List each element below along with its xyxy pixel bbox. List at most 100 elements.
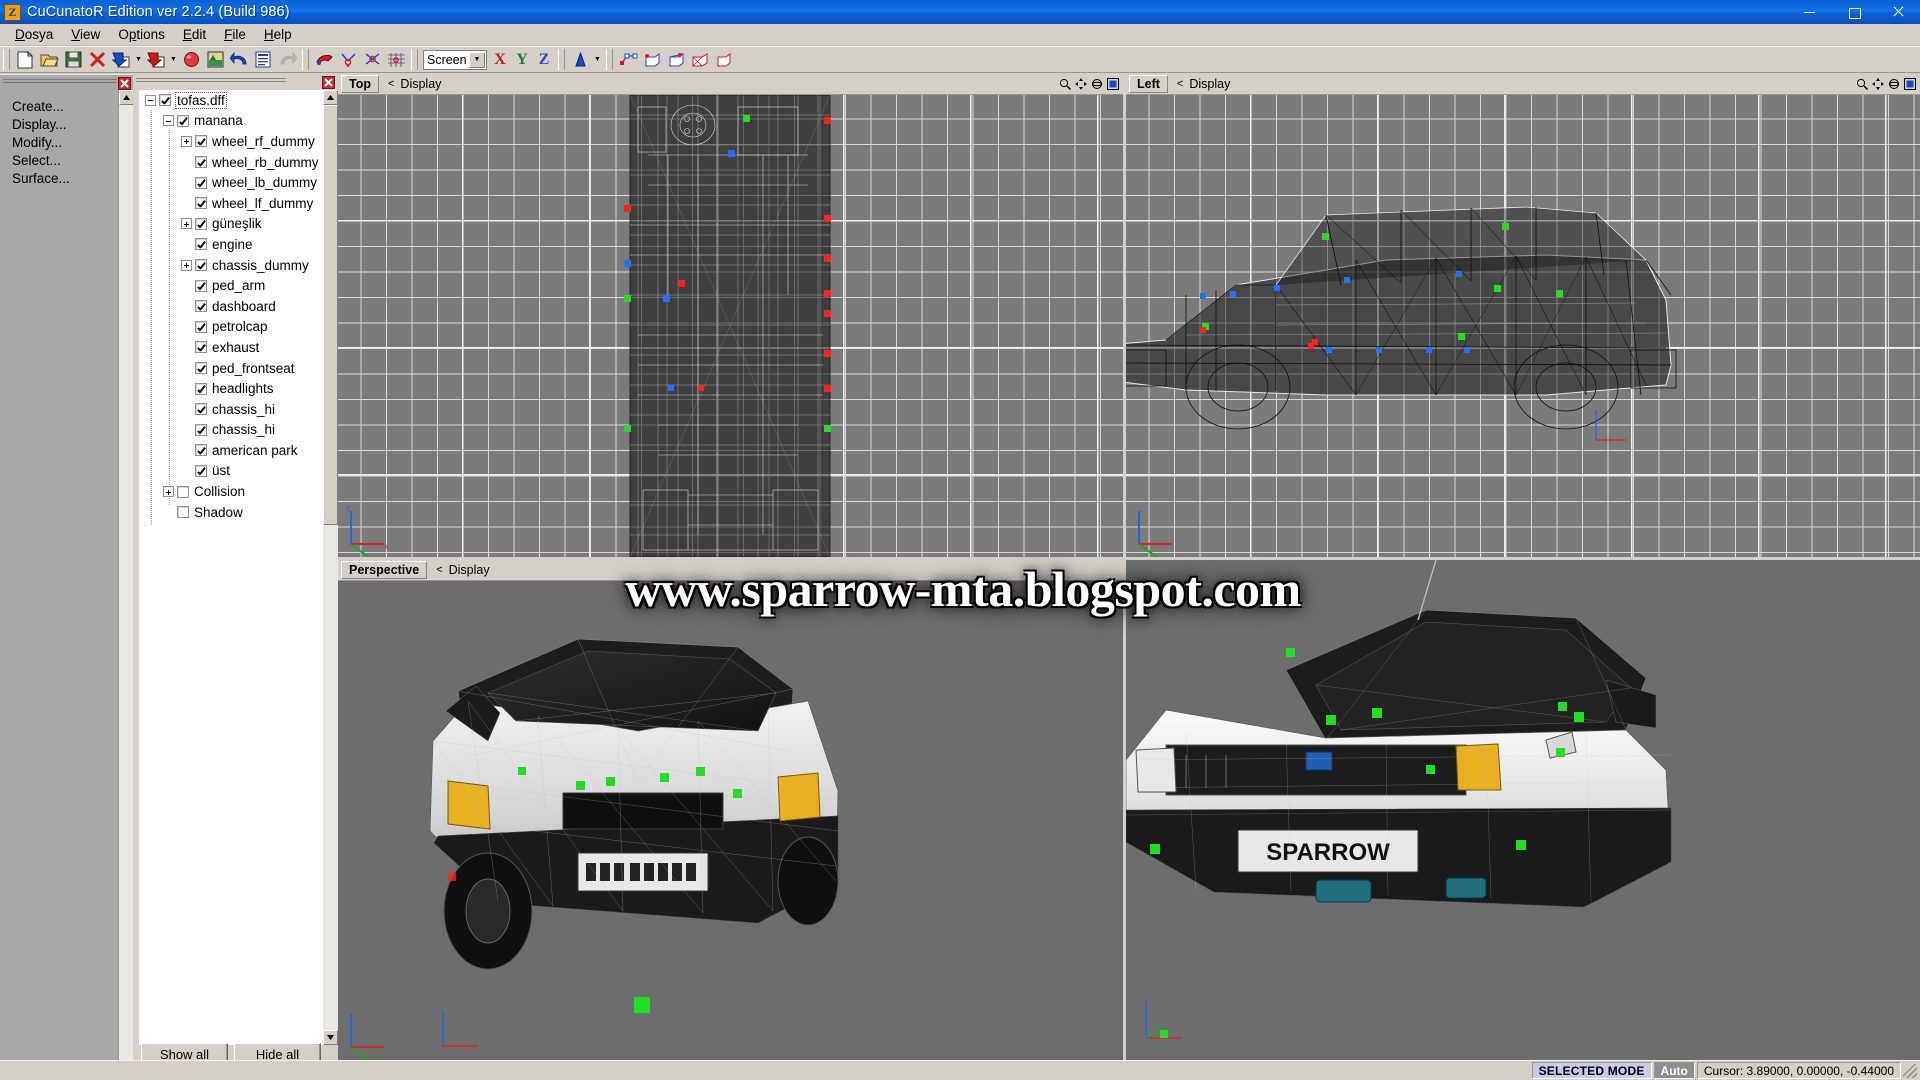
align-button[interactable] <box>640 48 664 71</box>
viewport-left[interactable]: Left < Display <box>1126 74 1920 557</box>
tree-node[interactable]: wheel_rb_dummy <box>139 152 332 173</box>
tree-node[interactable]: Collision <box>139 481 332 502</box>
tree-node-checkbox[interactable] <box>195 300 207 313</box>
tree-node-checkbox[interactable] <box>195 197 207 210</box>
export-dropdown-button[interactable]: ▼ <box>168 48 179 71</box>
new-file-button[interactable] <box>13 48 37 71</box>
resize-grip-icon[interactable] <box>1903 1063 1917 1078</box>
tree-node-checkbox[interactable] <box>195 464 207 477</box>
menu-item-file[interactable]: File <box>215 25 255 44</box>
tree-node-checkbox[interactable] <box>195 259 207 272</box>
tree-node-checkbox[interactable] <box>159 94 171 107</box>
viewport-left-name[interactable]: Left <box>1129 75 1168 93</box>
zoom-icon[interactable] <box>1057 77 1072 92</box>
tree-node[interactable]: headlights <box>139 378 332 399</box>
tree-node-checkbox[interactable] <box>177 506 189 519</box>
tree-node[interactable]: dashboard <box>139 296 332 317</box>
maximize-viewport-icon[interactable] <box>1902 77 1917 92</box>
tree-node-checkbox[interactable] <box>195 176 207 189</box>
tree-node[interactable]: üst <box>139 461 332 482</box>
collapse-icon[interactable] <box>163 115 174 127</box>
pivot-center-button[interactable] <box>568 48 592 71</box>
viewport-perspective-body[interactable] <box>338 581 1123 1060</box>
coordinate-system-select[interactable]: Screen ▼ <box>423 49 487 70</box>
status-auto-toggle[interactable]: Auto <box>1653 1062 1695 1079</box>
expand-icon[interactable] <box>163 486 174 498</box>
axis-x-button[interactable]: X <box>489 49 511 71</box>
tree-scrollbar[interactable] <box>323 90 338 1045</box>
tree-node-checkbox[interactable] <box>195 279 207 292</box>
viewport-top-display-label[interactable]: Display <box>400 77 441 91</box>
chevron-down-icon[interactable]: ▼ <box>469 51 485 68</box>
tree-node-checkbox[interactable] <box>195 320 207 333</box>
command-item-display[interactable]: Display... <box>12 116 133 134</box>
viewport-left-display-label[interactable]: Display <box>1189 77 1230 91</box>
import-dropdown-button[interactable]: ▼ <box>133 48 144 71</box>
tree-node-checkbox[interactable] <box>195 135 207 148</box>
tree-node[interactable]: tofas.dff <box>139 90 332 111</box>
pan-icon[interactable] <box>1073 77 1088 92</box>
tree-node-checkbox[interactable] <box>177 114 189 127</box>
maximize-button[interactable] <box>1832 0 1876 24</box>
expand-icon[interactable] <box>181 259 192 271</box>
tree-node-checkbox[interactable] <box>195 217 207 230</box>
orbit-icon[interactable] <box>1089 77 1104 92</box>
toolbar-grip[interactable] <box>3 49 10 70</box>
viewport-top[interactable]: Top < Display y x <box>338 74 1123 557</box>
viewport-top-body[interactable]: y x <box>338 95 1123 557</box>
menu-item-help[interactable]: Help <box>255 25 301 44</box>
tree-scroll-up-button[interactable] <box>323 90 338 105</box>
render-button[interactable] <box>179 48 203 71</box>
toolbar-grip-3[interactable] <box>411 49 418 70</box>
viewport-perspective-display-label[interactable]: Display <box>449 563 490 577</box>
tree-node[interactable]: petrolcap <box>139 317 332 338</box>
mirror-button[interactable] <box>664 48 688 71</box>
command-panel-titlebar[interactable] <box>0 74 133 90</box>
snap-toggle-button[interactable] <box>712 48 736 71</box>
viewport-left-body[interactable] <box>1126 95 1920 557</box>
tree-node-checkbox[interactable] <box>195 238 207 251</box>
tree-node-checkbox[interactable] <box>195 382 207 395</box>
scroll-up-button[interactable] <box>119 90 134 105</box>
collapse-icon[interactable] <box>145 94 156 106</box>
scene-tree[interactable]: tofas.dff manana wheel_rf_dummy wheel_rb_du… <box>139 90 332 1045</box>
tree-node[interactable]: ped_frontseat <box>139 358 332 379</box>
import-button[interactable] <box>109 48 133 71</box>
tree-node-checkbox[interactable] <box>195 444 207 457</box>
orbit-icon[interactable] <box>1886 77 1901 92</box>
toolbar-grip-5[interactable] <box>606 49 613 70</box>
delete-button[interactable] <box>85 48 109 71</box>
material-editor-button[interactable] <box>203 48 227 71</box>
command-panel-scroll-track[interactable] <box>119 105 134 1064</box>
axis-z-button[interactable]: Z <box>533 49 555 71</box>
array-button[interactable] <box>688 48 712 71</box>
tree-node[interactable]: ped_arm <box>139 275 332 296</box>
tree-node[interactable]: wheel_rf_dummy <box>139 131 332 152</box>
tree-panel-titlebar[interactable] <box>133 74 338 90</box>
tree-node[interactable]: exhaust <box>139 337 332 358</box>
expand-icon[interactable] <box>181 135 192 147</box>
tree-node-checkbox[interactable] <box>195 341 207 354</box>
tree-node-checkbox[interactable] <box>195 423 207 436</box>
tree-node-checkbox[interactable] <box>177 485 189 498</box>
toolbar-grip-4[interactable] <box>558 49 565 70</box>
toolbar-grip-2[interactable] <box>302 49 309 70</box>
tree-node-checkbox[interactable] <box>195 362 207 375</box>
tree-node[interactable]: güneşlik <box>139 214 332 235</box>
viewport-perspective-name[interactable]: Perspective <box>341 561 428 579</box>
viewport-front-body[interactable]: SPARROW <box>1126 560 1920 1060</box>
minimize-button[interactable] <box>1788 0 1832 24</box>
tree-scroll-track[interactable] <box>323 105 338 1030</box>
save-file-button[interactable] <box>61 48 85 71</box>
tree-node[interactable]: wheel_lb_dummy <box>139 172 332 193</box>
tree-node[interactable]: chassis_hi <box>139 399 332 420</box>
viewport-top-caret[interactable]: < <box>388 78 394 90</box>
command-item-create[interactable]: Create... <box>12 98 133 116</box>
tree-node[interactable]: american park <box>139 440 332 461</box>
link-button[interactable] <box>616 48 640 71</box>
tree-node[interactable]: chassis_hi <box>139 420 332 441</box>
export-button[interactable] <box>144 48 168 71</box>
select-scale-button[interactable] <box>384 48 408 71</box>
command-item-select[interactable]: Select... <box>12 152 133 170</box>
menu-item-dosya[interactable]: Dosya <box>6 25 62 44</box>
